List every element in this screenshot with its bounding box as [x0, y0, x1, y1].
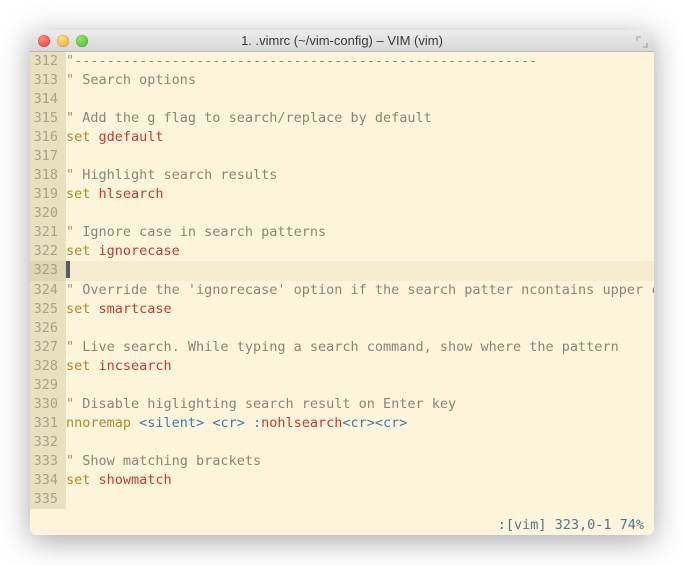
code-line[interactable]: 317: [30, 147, 654, 166]
code-line[interactable]: 313" Search options: [30, 71, 654, 90]
line-content[interactable]: " Live search. While typing a search com…: [66, 338, 654, 357]
line-content[interactable]: "---------------------------------------…: [66, 52, 654, 71]
code-line[interactable]: 322set ignorecase: [30, 242, 654, 261]
line-content[interactable]: [66, 261, 654, 281]
code-line[interactable]: 321" Ignore case in search patterns: [30, 223, 654, 242]
line-content[interactable]: set ignorecase: [66, 242, 654, 261]
line-content[interactable]: " Add the g flag to search/replace by de…: [66, 109, 654, 128]
editor-window: 1. .vimrc (~/vim-config) – VIM (vim) 312…: [30, 30, 654, 535]
line-number: 319: [30, 185, 66, 204]
code-line[interactable]: 335: [30, 490, 654, 509]
line-number: 329: [30, 376, 66, 395]
line-content[interactable]: [66, 90, 654, 109]
line-number: 320: [30, 204, 66, 223]
line-number: 315: [30, 109, 66, 128]
line-number: 317: [30, 147, 66, 166]
line-number: 312: [30, 52, 66, 71]
line-number: 330: [30, 395, 66, 414]
line-number: 326: [30, 319, 66, 338]
line-content[interactable]: [66, 204, 654, 223]
line-number: 324: [30, 281, 66, 300]
code-line[interactable]: 326: [30, 319, 654, 338]
code-line[interactable]: 327" Live search. While typing a search …: [30, 338, 654, 357]
code-line[interactable]: 328set incsearch: [30, 357, 654, 376]
code-line[interactable]: 333" Show matching brackets: [30, 452, 654, 471]
code-line[interactable]: 316set gdefault: [30, 128, 654, 147]
cursor: [66, 261, 70, 278]
close-button[interactable]: [38, 35, 50, 47]
code-line[interactable]: 331nnoremap <silent> <cr> :nohlsearch<cr…: [30, 414, 654, 433]
line-content[interactable]: set hlsearch: [66, 185, 654, 204]
line-content[interactable]: [66, 147, 654, 166]
traffic-lights: [38, 35, 88, 47]
minimize-button[interactable]: [57, 35, 69, 47]
line-content[interactable]: " Search options: [66, 71, 654, 90]
code-line[interactable]: 314: [30, 90, 654, 109]
code-line[interactable]: 329: [30, 376, 654, 395]
code-line[interactable]: 320: [30, 204, 654, 223]
code-line[interactable]: 315" Add the g flag to search/replace by…: [30, 109, 654, 128]
line-content[interactable]: [66, 490, 654, 509]
fullscreen-icon[interactable]: [636, 35, 648, 47]
line-content[interactable]: " Highlight search results: [66, 166, 654, 185]
line-number: 332: [30, 433, 66, 452]
code-line[interactable]: 334set showmatch: [30, 471, 654, 490]
code-line[interactable]: 332: [30, 433, 654, 452]
line-content[interactable]: set incsearch: [66, 357, 654, 376]
window-title: 1. .vimrc (~/vim-config) – VIM (vim): [30, 33, 654, 48]
line-number: 335: [30, 490, 66, 509]
line-content[interactable]: " Show matching brackets: [66, 452, 654, 471]
line-number: 325: [30, 300, 66, 319]
line-content[interactable]: " Disable higlighting search result on E…: [66, 395, 654, 414]
line-content[interactable]: set gdefault: [66, 128, 654, 147]
line-content[interactable]: [66, 433, 654, 452]
code-line[interactable]: 323: [30, 261, 654, 281]
line-content[interactable]: set showmatch: [66, 471, 654, 490]
line-content[interactable]: [66, 376, 654, 395]
line-content[interactable]: " Override the 'ignorecase' option if th…: [66, 281, 654, 300]
line-number: 333: [30, 452, 66, 471]
status-bar: :[vim] 323,0-1 74%: [30, 516, 654, 535]
line-number: 334: [30, 471, 66, 490]
line-number: 323: [30, 261, 66, 281]
code-line[interactable]: 319set hlsearch: [30, 185, 654, 204]
line-number: 321: [30, 223, 66, 242]
code-lines[interactable]: 312"------------------------------------…: [30, 52, 654, 516]
line-number: 316: [30, 128, 66, 147]
code-line[interactable]: 330" Disable higlighting search result o…: [30, 395, 654, 414]
line-number: 318: [30, 166, 66, 185]
line-content[interactable]: " Ignore case in search patterns: [66, 223, 654, 242]
line-number: 328: [30, 357, 66, 376]
line-content[interactable]: [66, 319, 654, 338]
line-content[interactable]: set smartcase: [66, 300, 654, 319]
line-number: 313: [30, 71, 66, 90]
line-number: 322: [30, 242, 66, 261]
code-line[interactable]: 318" Highlight search results: [30, 166, 654, 185]
zoom-button[interactable]: [76, 35, 88, 47]
titlebar[interactable]: 1. .vimrc (~/vim-config) – VIM (vim): [30, 30, 654, 52]
code-line[interactable]: 312"------------------------------------…: [30, 52, 654, 71]
code-line[interactable]: 325set smartcase: [30, 300, 654, 319]
code-line[interactable]: 324" Override the 'ignorecase' option if…: [30, 281, 654, 300]
editor-area[interactable]: 312"------------------------------------…: [30, 52, 654, 535]
line-number: 314: [30, 90, 66, 109]
line-content[interactable]: nnoremap <silent> <cr> :nohlsearch<cr><c…: [66, 414, 654, 433]
line-number: 331: [30, 414, 66, 433]
line-number: 327: [30, 338, 66, 357]
